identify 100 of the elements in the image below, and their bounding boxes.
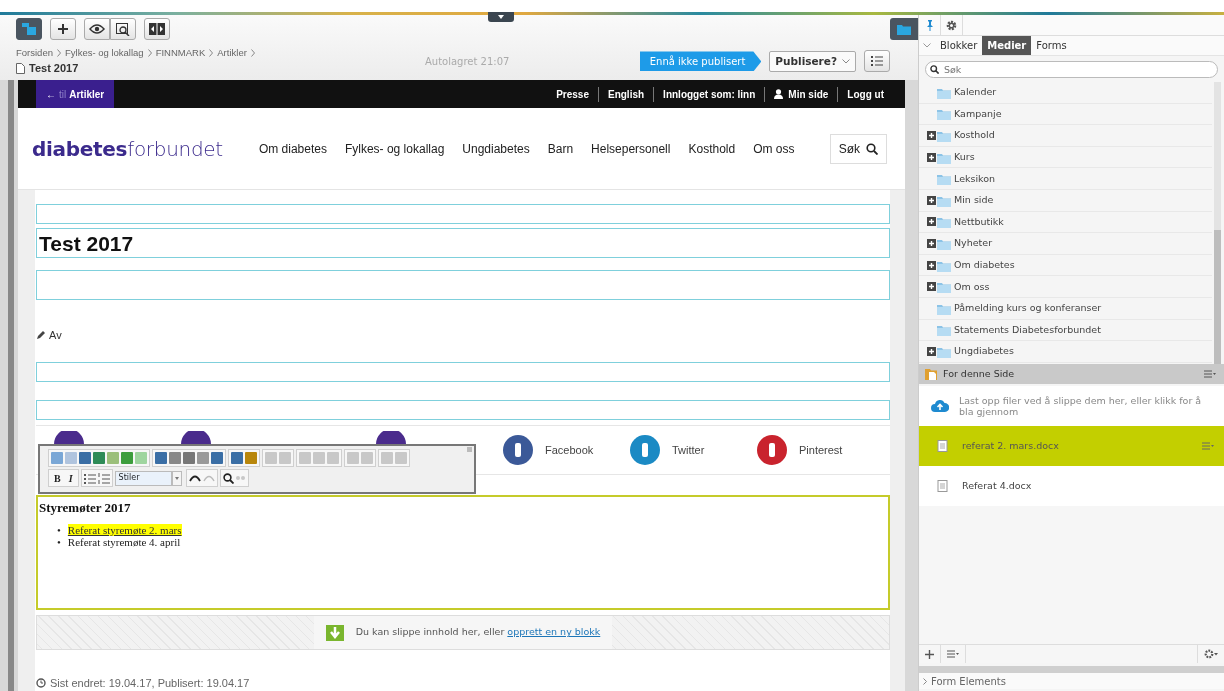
editable-field[interactable]	[36, 204, 890, 224]
nav-link[interactable]: Ungdiabetes	[462, 139, 530, 158]
add-button[interactable]	[50, 18, 76, 40]
chevron-down-icon[interactable]	[923, 43, 931, 48]
tree-toggle-button[interactable]	[16, 18, 42, 40]
folder-item[interactable]: Kurs	[919, 146, 1212, 169]
undo-icon[interactable]	[188, 474, 201, 482]
format-tool-icon[interactable]	[93, 452, 105, 464]
search-button[interactable]: Søk	[829, 133, 887, 164]
expand-icon[interactable]	[927, 260, 936, 270]
bold-button[interactable]: B	[51, 470, 64, 486]
breadcrumb-link[interactable]: Fylkes- og lokallag	[64, 46, 144, 61]
panel-tab[interactable]: Forms	[1031, 36, 1072, 55]
header-link[interactable]: Logg ut	[837, 86, 893, 102]
back-link[interactable]: ← til Artikler	[36, 80, 115, 108]
format-tool-icon[interactable]	[395, 452, 407, 464]
format-tool-icon[interactable]	[197, 452, 209, 464]
file-item[interactable]: Referat 4.docx	[919, 466, 1224, 506]
dropdown-toggle-button[interactable]	[171, 470, 182, 486]
format-tool-icon[interactable]	[313, 452, 325, 464]
create-block-link[interactable]: opprett en ny blokk	[507, 626, 601, 638]
breadcrumb-link[interactable]: Artikler	[217, 46, 247, 61]
panel-tab[interactable]: Medier	[982, 36, 1032, 55]
header-link[interactable]: English	[598, 86, 654, 102]
assets-pane-button[interactable]	[890, 18, 918, 40]
compare-button[interactable]	[144, 18, 170, 40]
folder-item[interactable]: Kalender	[919, 82, 1212, 104]
format-tool-icon[interactable]	[381, 452, 393, 464]
nav-link[interactable]: Om oss	[753, 139, 795, 158]
format-tool-icon[interactable]	[169, 452, 181, 464]
publish-button[interactable]: Publisere?	[769, 50, 856, 72]
format-tool-icon[interactable]	[135, 452, 147, 464]
share-icon[interactable]	[181, 431, 211, 444]
share-icon[interactable]	[376, 431, 406, 444]
folder-item[interactable]: Leksikon	[919, 168, 1212, 190]
file-item[interactable]: referat 2. mars.docx	[919, 426, 1224, 466]
format-tool-icon[interactable]	[51, 452, 63, 464]
format-tool-icon[interactable]	[347, 452, 359, 464]
nav-link[interactable]: Fylkes- og lokallag	[344, 139, 445, 158]
format-tool-icon[interactable]	[155, 452, 167, 464]
format-tool-icon[interactable]	[211, 452, 223, 464]
share-icon[interactable]	[503, 435, 533, 465]
search-icon[interactable]	[222, 472, 234, 484]
folder-item[interactable]: Ungdiabetes	[919, 341, 1212, 363]
italic-button[interactable]: I	[65, 470, 76, 486]
scrollbar-thumb[interactable]	[8, 80, 14, 691]
nav-link[interactable]: Om diabetes	[258, 139, 327, 158]
format-tool-icon[interactable]	[79, 452, 91, 464]
header-link[interactable]: Innlogget som: linn	[653, 86, 765, 102]
preview-button[interactable]	[110, 18, 136, 40]
style-dropdown[interactable]: Stiler	[114, 470, 172, 486]
editable-field[interactable]	[36, 400, 890, 420]
expand-icon[interactable]	[927, 238, 936, 248]
pane-toggle-button[interactable]	[488, 12, 514, 22]
header-link[interactable]: Presse	[547, 86, 598, 102]
site-logo[interactable]: diabetesforbundet	[32, 133, 223, 164]
folder-item[interactable]: Kosthold	[919, 125, 1212, 147]
expand-icon[interactable]	[927, 195, 936, 205]
nav-link[interactable]: Kosthold	[688, 139, 736, 158]
share-icon[interactable]	[54, 431, 84, 444]
nav-link[interactable]: Helsepersonell	[591, 139, 671, 158]
document-link[interactable]: Referat styremøte 2. mars	[67, 523, 182, 536]
format-tool-icon[interactable]	[121, 452, 133, 464]
content-block[interactable]: Styremøter 2017 • Referat styremøte 2. mars • Referat styremøte 4. april	[36, 495, 890, 610]
expand-icon[interactable]	[927, 217, 936, 227]
format-tool-icon[interactable]	[279, 452, 291, 464]
search-field[interactable]: Søk	[925, 61, 1218, 78]
panel-tab[interactable]: Blokker	[935, 36, 983, 55]
folder-item[interactable]: Nyheter	[919, 233, 1212, 255]
format-tool-icon[interactable]	[327, 452, 339, 464]
share-icon[interactable]	[757, 435, 787, 465]
folder-item[interactable]: Påmelding kurs og konferanser	[919, 297, 1212, 320]
editable-field[interactable]	[36, 270, 890, 300]
format-tool-icon[interactable]	[299, 452, 311, 464]
scrollbar-thumb[interactable]	[1214, 230, 1221, 364]
folder-item[interactable]: Nettbutikk	[919, 211, 1212, 234]
expand-icon[interactable]	[927, 152, 936, 162]
section-header[interactable]: Form Elements	[919, 673, 1224, 689]
folder-item[interactable]: Om diabetes	[919, 254, 1212, 277]
format-tool-icon[interactable]	[265, 452, 277, 464]
folder-item[interactable]: Statements Diabetesforbundet	[919, 319, 1212, 342]
title-field[interactable]: Test 2017	[36, 228, 890, 258]
bullet-list-icon[interactable]	[83, 472, 96, 484]
breadcrumb-link[interactable]: FINNMARK	[155, 46, 206, 61]
expand-icon[interactable]	[927, 282, 936, 292]
editable-field[interactable]	[36, 362, 890, 382]
folder-item[interactable]: Kampanje	[919, 103, 1212, 126]
nav-link[interactable]: Barn	[547, 139, 574, 158]
format-tool-icon[interactable]	[183, 452, 195, 464]
folder-item[interactable]: Min side	[919, 189, 1212, 212]
options-button[interactable]	[864, 50, 890, 73]
expand-icon[interactable]	[927, 346, 936, 356]
format-tool-icon[interactable]	[231, 452, 243, 464]
format-tool-icon[interactable]	[65, 452, 77, 464]
format-tool-icon[interactable]	[107, 452, 119, 464]
header-link[interactable]: Min side	[764, 86, 838, 102]
upload-area[interactable]: Last opp filer ved å slippe dem her, eller klikk for å bla gjennom	[919, 386, 1224, 426]
format-tool-icon[interactable]	[245, 452, 257, 464]
breadcrumb-link[interactable]: Forsiden	[16, 46, 53, 61]
format-tool-icon[interactable]	[361, 452, 373, 464]
